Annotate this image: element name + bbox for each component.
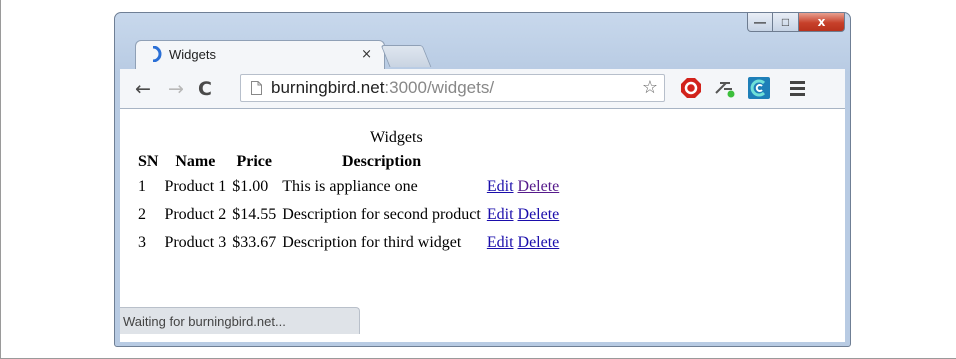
- status-bubble: Waiting for burningbird.net...: [120, 307, 360, 334]
- edit-link[interactable]: Edit: [487, 234, 514, 251]
- cell-price: $14.55: [232, 206, 277, 223]
- reload-icon[interactable]: C: [198, 78, 212, 100]
- wave-extension-icon[interactable]: [748, 77, 770, 99]
- cell-name: Product 1: [164, 178, 227, 195]
- back-arrow-icon[interactable]: ←: [135, 78, 151, 100]
- address-bar[interactable]: burningbird.net:3000/widgets/ ☆: [240, 74, 665, 102]
- menu-icon[interactable]: [790, 81, 805, 96]
- close-window-button[interactable]: x: [799, 13, 845, 32]
- table-caption: Widgets: [370, 129, 423, 146]
- cell-actions: Edit Delete: [485, 229, 561, 257]
- loading-spinner-icon: [152, 46, 162, 62]
- figure-border-left: [0, 0, 1, 359]
- delete-link[interactable]: Delete: [518, 234, 560, 251]
- browser-toolbar: ← → C burningbird.net:3000/widgets/ ☆: [120, 69, 845, 109]
- antenna-extension-icon[interactable]: [714, 77, 736, 99]
- cell-actions: Edit Delete: [485, 201, 561, 229]
- url-path: :3000/widgets/: [384, 78, 495, 97]
- widgets-table: SN Name Price Description 1 Product 1 $1…: [134, 151, 563, 257]
- cell-description: This is appliance one: [282, 178, 418, 195]
- tab-close-icon[interactable]: ×: [361, 47, 372, 62]
- table-row: 1 Product 1 $1.00 This is appliance one …: [136, 173, 561, 201]
- cell-name: Product 2: [164, 206, 227, 223]
- cell-name: Product 3: [164, 234, 227, 251]
- delete-link[interactable]: Delete: [518, 178, 560, 195]
- cell-price: $1.00: [232, 178, 269, 195]
- column-header-price: Price: [236, 153, 272, 170]
- column-header-sn: SN: [138, 153, 159, 170]
- table-row: 2 Product 2 $14.55 Description for secon…: [136, 201, 561, 229]
- cell-sn: 1: [138, 178, 146, 195]
- edit-link[interactable]: Edit: [487, 178, 514, 195]
- cell-actions: Edit Delete: [485, 173, 561, 201]
- url-text: burningbird.net:3000/widgets/: [271, 78, 494, 98]
- column-header-name: Name: [175, 153, 216, 170]
- new-tab-button[interactable]: [380, 45, 432, 67]
- column-header-actions: [485, 151, 561, 173]
- table-row: 3 Product 3 $33.67 Description for third…: [136, 229, 561, 257]
- table-header-row: SN Name Price Description: [136, 151, 561, 173]
- minimize-button[interactable]: —: [747, 13, 773, 32]
- column-header-description: Description: [341, 153, 422, 170]
- tab-title: Widgets: [169, 47, 216, 62]
- page-content: Widgets SN Name Price Description 1 Prod…: [120, 109, 845, 342]
- window-controls: — □ x: [747, 13, 845, 33]
- stop-extension-icon[interactable]: [680, 77, 702, 99]
- cell-sn: 3: [138, 234, 146, 251]
- delete-link[interactable]: Delete: [518, 206, 560, 223]
- bookmark-star-icon[interactable]: ☆: [642, 77, 658, 98]
- cell-price: $33.67: [232, 234, 277, 251]
- cell-sn: 2: [138, 206, 146, 223]
- maximize-button[interactable]: □: [773, 13, 799, 32]
- url-host: burningbird.net: [271, 78, 385, 97]
- tab-widgets[interactable]: Widgets ×: [135, 40, 385, 70]
- browser-window: — □ x Widgets × ← → C burningbird.net:30…: [114, 12, 851, 347]
- cell-description: Description for second product: [282, 206, 481, 223]
- edit-link[interactable]: Edit: [487, 206, 514, 223]
- page-icon: [251, 81, 262, 95]
- cell-description: Description for third widget: [282, 234, 462, 251]
- forward-arrow-icon[interactable]: →: [168, 78, 184, 100]
